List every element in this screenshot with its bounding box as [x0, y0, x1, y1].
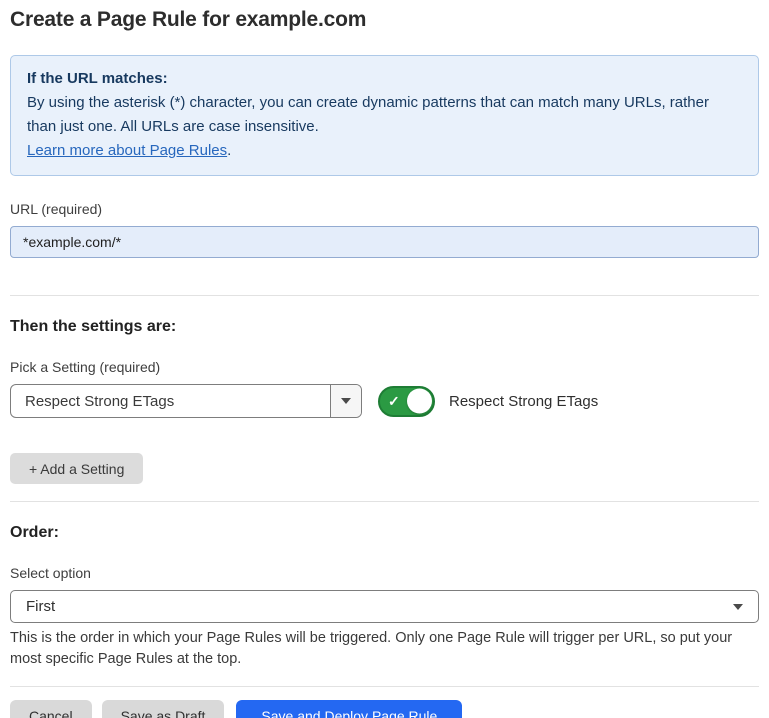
toggle-knob: [407, 389, 432, 414]
learn-more-link[interactable]: Learn more about Page Rules: [27, 142, 227, 159]
toggle-label: Respect Strong ETags: [449, 393, 598, 410]
chevron-down-icon: [733, 604, 743, 610]
order-select[interactable]: First: [10, 590, 759, 623]
url-input[interactable]: [10, 226, 759, 258]
info-box-body: By using the asterisk (*) character, you…: [27, 91, 742, 139]
setting-row: Respect Strong ETags ✓ Respect Strong ET…: [10, 384, 759, 418]
settings-section-heading: Then the settings are:: [10, 318, 759, 336]
info-box-heading: If the URL matches:: [27, 67, 742, 91]
link-period: .: [227, 142, 231, 159]
save-as-draft-button[interactable]: Save as Draft: [102, 700, 225, 718]
dropdown-arrow-icon: [341, 398, 351, 404]
info-box-link-line: Learn more about Page Rules.: [27, 139, 742, 163]
pick-setting-label: Pick a Setting (required): [10, 359, 759, 375]
page-title: Create a Page Rule for example.com: [10, 8, 759, 32]
setting-select-arrow-button[interactable]: [330, 385, 361, 417]
setting-select-value: Respect Strong ETags: [11, 385, 330, 417]
url-field-label: URL (required): [10, 201, 759, 217]
add-setting-button[interactable]: + Add a Setting: [10, 453, 143, 484]
checkmark-icon: ✓: [388, 394, 400, 408]
setting-select[interactable]: Respect Strong ETags: [10, 384, 362, 418]
cancel-button[interactable]: Cancel: [10, 700, 92, 718]
footer-actions: Cancel Save as Draft Save and Deploy Pag…: [10, 700, 759, 718]
setting-toggle[interactable]: ✓: [378, 386, 435, 417]
divider: [10, 686, 759, 687]
save-and-deploy-button[interactable]: Save and Deploy Page Rule: [236, 700, 462, 718]
order-select-label: Select option: [10, 565, 759, 581]
create-page-rule-panel: Create a Page Rule for example.com If th…: [0, 0, 769, 718]
url-matches-info-box: If the URL matches: By using the asteris…: [10, 55, 759, 176]
order-help-text: This is the order in which your Page Rul…: [10, 628, 759, 670]
divider: [10, 295, 759, 296]
order-section-heading: Order:: [10, 524, 759, 542]
divider: [10, 501, 759, 502]
order-select-value: First: [26, 598, 55, 615]
